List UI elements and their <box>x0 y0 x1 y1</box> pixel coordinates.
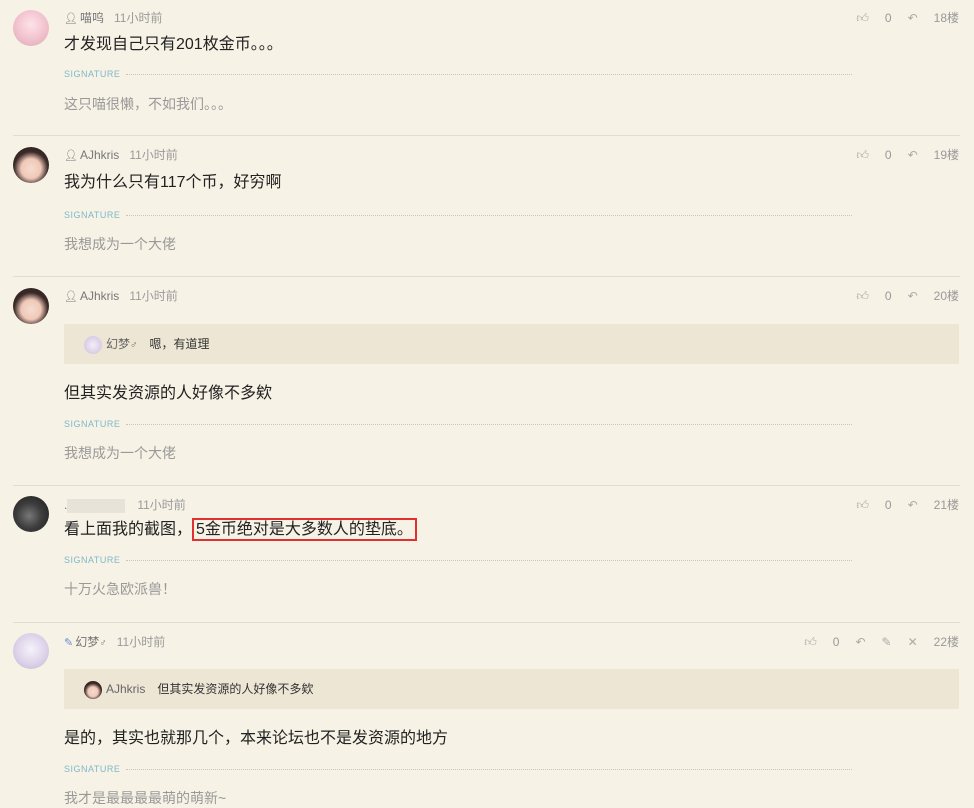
quote-avatar <box>84 335 102 354</box>
like-button[interactable]: 👍︎ 0 <box>856 147 891 163</box>
post-content: 才发现自己只有201枚金币。。。 <box>64 36 283 53</box>
floor-number[interactable]: 21楼 <box>934 497 959 513</box>
post-19: 👤︎ AJhkris 11小时前 👍︎ 0 ↶ 19楼 我为什么只有117个币，好穷啊 S… <box>0 136 974 276</box>
signature-label: SIGNATURE <box>64 763 852 775</box>
like-count: 0 <box>884 289 892 303</box>
user-icon: 👤︎ <box>64 150 78 162</box>
post-actions: 👍︎ 0 ↶ 20楼 <box>856 288 959 304</box>
floor-number[interactable]: 18楼 <box>934 10 959 26</box>
blurred-username <box>67 498 126 513</box>
post-time: 11小时前 <box>113 11 163 25</box>
post-time: 11小时前 <box>129 148 178 162</box>
post-meta: 👤︎ AJhkris 11小时前 <box>64 147 178 163</box>
post-meta: . 11小时前 <box>64 497 186 513</box>
edit-icon[interactable]: ✎ <box>882 634 892 650</box>
like-count: 0 <box>884 148 892 162</box>
signature-label: SIGNATURE <box>64 209 852 221</box>
username-link[interactable]: AJhkris <box>80 289 119 303</box>
avatar[interactable] <box>13 147 49 183</box>
thumb-up-icon: 👍︎ <box>856 289 869 303</box>
signature-text: 这只喵很懒，不如我们。。。 <box>64 96 232 112</box>
avatar[interactable] <box>13 288 49 324</box>
verified-icon: ✎ <box>64 637 74 649</box>
signature-text: 我想成为一个大佬 <box>64 236 176 252</box>
avatar[interactable] <box>13 633 49 669</box>
floor-number[interactable]: 20楼 <box>934 288 959 304</box>
post-content: 看上面我的截图， 5金币绝对是大多数人的垫底。 <box>64 518 417 541</box>
like-count: 0 <box>884 11 892 25</box>
reply-icon[interactable]: ↶ <box>908 497 918 513</box>
reply-quote[interactable]: AJhkris 但其实发资源的人好像不多欸 <box>64 669 959 709</box>
signature-text: 我才是最最最最萌的萌新~ <box>64 790 227 806</box>
post-actions: 👍︎ 0 ↶ 21楼 <box>856 497 959 513</box>
post-meta: ✎ 幻梦♂︎ 11小时前 <box>64 634 165 650</box>
like-count: 0 <box>832 635 840 649</box>
post-18: 👤︎ 喵呜 11小时前 👍︎ 0 ↶ 18楼 才发现自己只有201枚金币。。。 SIGNA… <box>0 0 974 135</box>
post-actions: 👍︎ 0 ↶ ✎ ✕ 22楼 <box>804 634 959 650</box>
username-link[interactable]: 喵呜 <box>80 11 104 25</box>
content-prefix: 看上面我的截图， <box>64 521 193 538</box>
post-21: . 11小时前 👍︎ 0 ↶ 21楼 看上面我的截图， 5金币绝对是大多数人的垫底。 SI… <box>0 486 974 622</box>
close-icon[interactable]: ✕ <box>908 634 918 650</box>
quote-text: 嗯，有道理 <box>149 337 210 351</box>
like-button[interactable]: 👍︎ 0 <box>856 497 891 513</box>
like-button[interactable]: 👍︎ 0 <box>856 10 891 26</box>
quote-avatar <box>84 680 102 699</box>
gender-icon: ♂︎ <box>130 340 138 351</box>
post-22: ✎ 幻梦♂︎ 11小时前 👍︎ 0 ↶ ✎ ✕ 22楼 AJhkris 但其实发资源的人好像不多… <box>0 623 974 806</box>
signature-label: SIGNATURE <box>64 68 852 80</box>
reply-icon[interactable]: ↶ <box>908 147 918 163</box>
thumb-up-icon: 👍︎ <box>856 498 869 512</box>
quote-text: 但其实发资源的人好像不多欸 <box>157 682 314 696</box>
post-time: 11小时前 <box>137 498 186 512</box>
quote-username[interactable]: 幻梦♂︎ <box>106 337 138 351</box>
avatar[interactable] <box>13 10 49 46</box>
avatar[interactable] <box>13 496 49 532</box>
post-20: 👤︎ AJhkris 11小时前 👍︎ 0 ↶ 20楼 幻梦♂︎ 嗯，有道理 但其实发资源的… <box>0 277 974 485</box>
post-content: 但其实发资源的人好像不多欸 <box>64 385 273 402</box>
signature-label: SIGNATURE <box>64 418 852 430</box>
reply-icon[interactable]: ↶ <box>908 10 918 26</box>
post-content: 是的，其实也就那几个，本来论坛也不是发资源的地方 <box>64 730 449 747</box>
reply-icon[interactable]: ↶ <box>855 634 865 650</box>
post-meta: 👤︎ 喵呜 11小时前 <box>64 10 162 26</box>
like-button[interactable]: 👍︎ 0 <box>856 288 891 304</box>
thumb-up-icon: 👍︎ <box>856 11 869 25</box>
post-meta: 👤︎ AJhkris 11小时前 <box>64 288 178 304</box>
reply-quote[interactable]: 幻梦♂︎ 嗯，有道理 <box>64 324 959 364</box>
username-link[interactable]: AJhkris <box>80 148 119 162</box>
highlight-box: 5金币绝对是大多数人的垫底。 <box>192 518 417 541</box>
floor-number[interactable]: 22楼 <box>934 634 959 650</box>
post-time: 11小时前 <box>116 635 166 649</box>
like-button[interactable]: 👍︎ 0 <box>804 634 839 650</box>
post-actions: 👍︎ 0 ↶ 19楼 <box>856 147 959 163</box>
gender-icon: ♂︎ <box>99 638 107 649</box>
signature-text: 我想成为一个大佬 <box>64 445 176 461</box>
quote-username[interactable]: AJhkris <box>106 682 145 696</box>
post-time: 11小时前 <box>129 289 178 303</box>
thumb-up-icon: 👍︎ <box>856 148 869 162</box>
like-count: 0 <box>884 498 892 512</box>
user-icon: 👤︎ <box>64 13 78 25</box>
thumb-up-icon: 👍︎ <box>804 635 817 649</box>
floor-number[interactable]: 19楼 <box>934 147 959 163</box>
reply-icon[interactable]: ↶ <box>908 288 918 304</box>
post-actions: 👍︎ 0 ↶ 18楼 <box>856 10 959 26</box>
signature-label: SIGNATURE <box>64 554 852 566</box>
post-content: 我为什么只有117个币，好穷啊 <box>64 174 282 191</box>
username-link[interactable]: 幻梦♂︎ <box>75 635 107 649</box>
user-icon: 👤︎ <box>64 291 78 303</box>
signature-text: 十万火急欧派兽！ <box>64 581 176 597</box>
